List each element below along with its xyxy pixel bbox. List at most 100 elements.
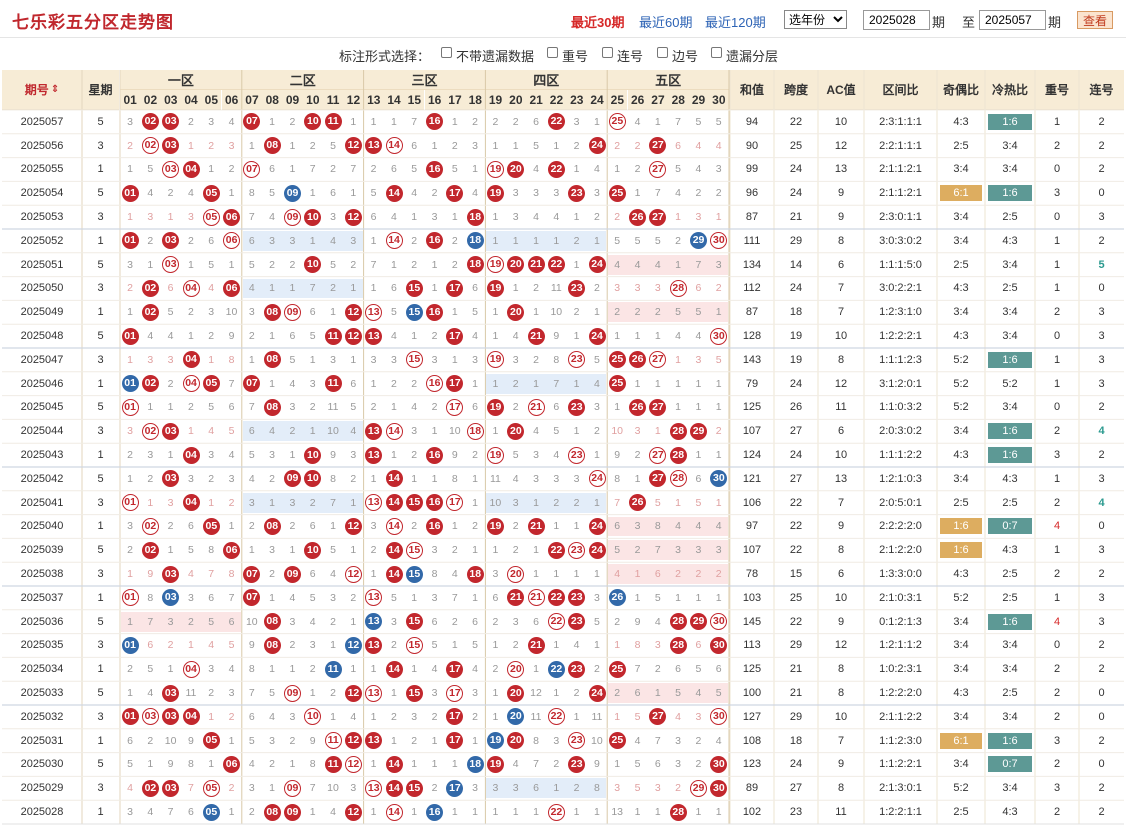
drawn-ball: 09 bbox=[284, 184, 302, 202]
miss-count: 3 bbox=[654, 782, 661, 795]
number-cell: 2 bbox=[506, 372, 526, 396]
miss-count: 5 bbox=[187, 544, 194, 557]
number-cell: 6 bbox=[242, 705, 262, 729]
number-cell: 9 bbox=[161, 753, 181, 777]
number-cell: 04 bbox=[181, 657, 201, 681]
drawn-ball: 04 bbox=[182, 446, 200, 464]
number-cell: 11 bbox=[323, 324, 343, 348]
year-select[interactable]: 选年份 bbox=[784, 10, 847, 29]
number-cell: 6 bbox=[425, 610, 445, 634]
number-cell: 1 bbox=[526, 538, 546, 562]
miss-count: 2 bbox=[695, 568, 702, 581]
drawn-ball: 01 bbox=[121, 327, 139, 345]
number-cell: 5 bbox=[506, 443, 526, 467]
stat-cell-span: 23 bbox=[789, 806, 803, 819]
miss-count: 6 bbox=[309, 520, 316, 533]
drawn-ball: 03 bbox=[162, 256, 180, 274]
number-cell: 2 bbox=[425, 396, 445, 420]
stat-cell-rep: 2 bbox=[1053, 687, 1061, 700]
number-cell: 1 bbox=[161, 443, 181, 467]
number-cell: 07 bbox=[242, 586, 262, 610]
number-cell: 3 bbox=[465, 681, 485, 705]
number-cell: 1 bbox=[546, 681, 566, 705]
checkbox-miss-layer[interactable] bbox=[711, 47, 722, 58]
number-cell: 6 bbox=[688, 277, 708, 301]
number-cell: 3 bbox=[607, 776, 627, 800]
miss-count: 6 bbox=[654, 758, 661, 771]
number-cell: 19 bbox=[485, 158, 505, 182]
number-cell: 1 bbox=[323, 634, 343, 658]
number-cell: 7 bbox=[445, 586, 465, 610]
number-cell: 26 bbox=[628, 491, 648, 515]
stat-cell-span: 19 bbox=[789, 353, 803, 366]
number-cell: 14 bbox=[384, 657, 404, 681]
period-link-60[interactable]: 最近60期 bbox=[639, 12, 692, 31]
miss-count: 1 bbox=[269, 782, 276, 795]
checkbox-consecutive[interactable] bbox=[602, 47, 613, 58]
number-cell: 2 bbox=[567, 300, 587, 324]
period-link-120[interactable]: 最近120期 bbox=[705, 12, 766, 31]
to-issue-input[interactable] bbox=[979, 10, 1046, 30]
drawn-ball: 30 bbox=[710, 779, 728, 797]
number-cell: 23 bbox=[567, 753, 587, 777]
number-cell: 24 bbox=[587, 467, 607, 491]
number-cell: 1 bbox=[303, 800, 323, 824]
checkbox-repeat[interactable] bbox=[547, 47, 558, 58]
number-cell: 23 bbox=[567, 396, 587, 420]
number-cell: 1 bbox=[587, 110, 607, 134]
stat-cell-ac: 7 bbox=[837, 496, 845, 509]
miss-count: 8 bbox=[187, 758, 194, 771]
miss-count: 6 bbox=[228, 615, 235, 628]
miss-count: 6 bbox=[553, 401, 560, 414]
number-cell: 1 bbox=[668, 348, 688, 372]
number-cell: 19 bbox=[485, 253, 505, 277]
drawn-ball: 08 bbox=[263, 351, 281, 369]
number-cell: 1 bbox=[120, 562, 140, 586]
number-cell: 1 bbox=[161, 538, 181, 562]
number-cell: 1 bbox=[384, 681, 404, 705]
miss-count: 1 bbox=[390, 449, 397, 462]
drawn-ball: 27 bbox=[649, 208, 667, 226]
miss-count: 1 bbox=[553, 782, 560, 795]
checkbox-edge[interactable] bbox=[657, 47, 668, 58]
drawn-ball: 15 bbox=[405, 684, 423, 702]
number-cell: 10 bbox=[303, 253, 323, 277]
miss-count: 1 bbox=[451, 353, 458, 366]
miss-count: 1 bbox=[451, 758, 458, 771]
number-cell: 4 bbox=[628, 729, 648, 753]
stat-cell-oe: 3:4 bbox=[953, 211, 969, 224]
stat-cell-span: 22 bbox=[789, 615, 803, 628]
miss-count: 4 bbox=[553, 449, 560, 462]
period-link-30[interactable]: 最近30期 bbox=[571, 12, 624, 31]
checkbox-no-miss[interactable] bbox=[441, 47, 452, 58]
number-cell: 3 bbox=[688, 205, 708, 229]
from-issue-input[interactable] bbox=[863, 10, 930, 30]
stat-cell-ac: 8 bbox=[837, 353, 845, 366]
query-button[interactable]: 查看 bbox=[1077, 11, 1113, 29]
number-cell: 2 bbox=[567, 491, 587, 515]
miss-count: 4 bbox=[228, 115, 235, 128]
number-cell: 4 bbox=[465, 657, 485, 681]
number-cell: 2 bbox=[303, 134, 323, 158]
miss-count: 1 bbox=[573, 568, 580, 581]
miss-count: 2 bbox=[127, 544, 133, 557]
number-cell: 18 bbox=[465, 419, 485, 443]
miss-count: 1 bbox=[350, 115, 357, 128]
miss-count: 9 bbox=[167, 758, 174, 771]
drawn-ball: 03 bbox=[162, 779, 180, 797]
stat-cell-oe: 3:4 bbox=[953, 663, 969, 676]
issue-cell: 2025035 bbox=[20, 639, 64, 652]
number-cell: 1 bbox=[628, 467, 648, 491]
number-cell: 2 bbox=[140, 729, 160, 753]
miss-count: 5 bbox=[614, 234, 621, 247]
miss-count: 4 bbox=[127, 782, 133, 795]
issue-cell: 2025050 bbox=[20, 282, 64, 295]
number-cell: 2 bbox=[120, 134, 140, 158]
number-cell: 3 bbox=[242, 300, 262, 324]
stat-cell-ch: 3:4 bbox=[1002, 258, 1018, 271]
miss-count: 2 bbox=[451, 615, 458, 628]
stat-cell-zone: 3:0:3:0:2 bbox=[879, 234, 922, 247]
miss-count: 3 bbox=[167, 353, 174, 366]
number-cell: 5 bbox=[120, 753, 140, 777]
stat-cell-ch: 3:4 bbox=[1002, 782, 1018, 795]
